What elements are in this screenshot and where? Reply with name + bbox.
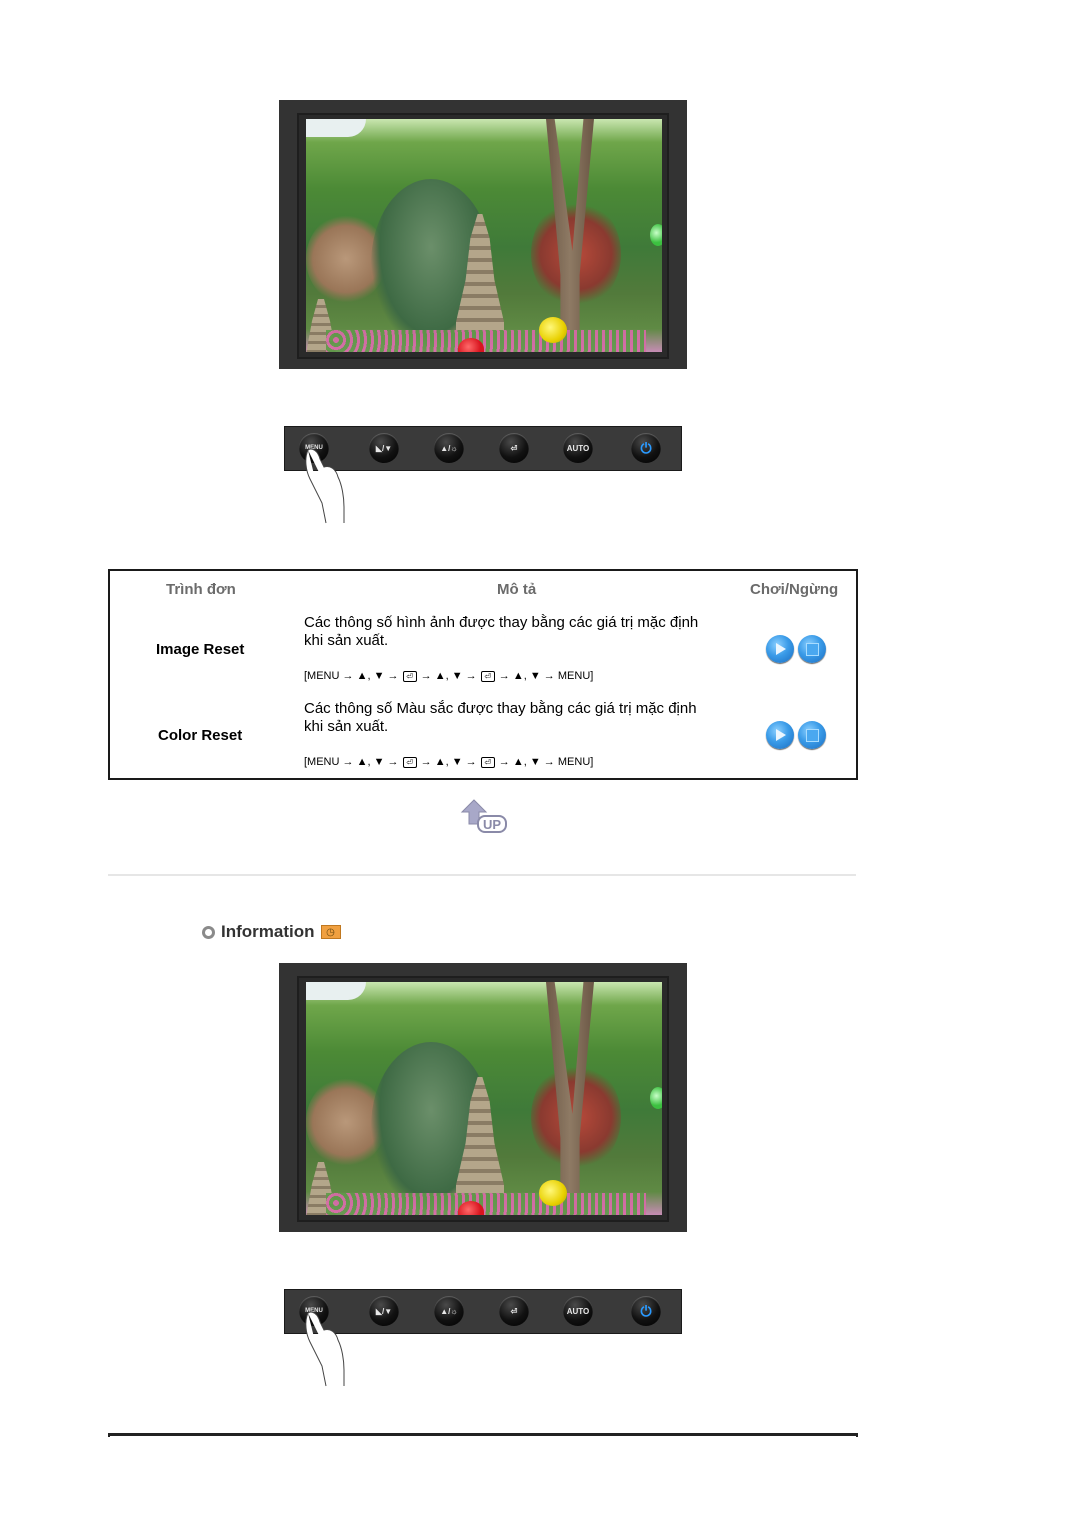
up-brightness-icon: ▲/☼ (440, 1306, 458, 1316)
power-button[interactable]: ⏻ (631, 1296, 661, 1326)
monitor-preview-image (279, 963, 687, 1232)
row-description: Các thông số Màu sắc được thay bằng các … (304, 700, 697, 735)
power-button[interactable]: ⏻ (631, 433, 661, 463)
power-icon: ⏻ (640, 439, 652, 456)
enter-key-icon: ⏎ (480, 756, 495, 768)
enter-button[interactable]: ⏎ (499, 1296, 529, 1326)
row-name-color-reset: Color Reset (158, 727, 243, 744)
power-icon: ⏻ (640, 1302, 652, 1319)
row-menu-path: [MENU → ▲, ▼ → ⏎ → ▲, ▼ → ⏎ → ▲, ▼ → MEN… (304, 756, 594, 768)
enter-key-icon: ⏎ (402, 756, 417, 768)
row-menu-path: [MENU → ▲, ▼ → ⏎ → ▲, ▼ → ⏎ → ▲, ▼ → MEN… (304, 670, 594, 682)
monitor-preview-image (279, 100, 687, 369)
magicbright-down-icon: ◣/▼ (375, 1306, 393, 1316)
play-button-color-reset[interactable] (766, 721, 794, 749)
auto-button[interactable]: AUTO (563, 1296, 593, 1326)
svg-text:UP: UP (483, 817, 501, 832)
stop-button-color-reset[interactable] (798, 721, 826, 749)
menu-description-table: Trình đơn Mô tả Chơi/Ngừng Image Reset C… (108, 569, 858, 780)
header-play-stop: Chơi/Ngừng (750, 581, 839, 598)
auto-icon: AUTO (566, 1306, 590, 1316)
circle-bullet-icon (202, 925, 215, 939)
enter-icon: ⏎ (510, 1306, 518, 1316)
pointing-hand-icon (305, 1311, 345, 1387)
monitor-bezel (297, 976, 669, 1222)
stop-button-image-reset[interactable] (798, 635, 826, 663)
monitor-screen-photo (306, 982, 662, 1215)
row-name-image-reset: Image Reset (156, 641, 245, 658)
auto-button[interactable]: AUTO (563, 433, 593, 463)
enter-key-icon: ⏎ (402, 670, 417, 682)
row-description: Các thông số hình ảnh được thay bằng các… (304, 614, 699, 649)
table-top-border (108, 1433, 858, 1437)
up-arrow-link-icon[interactable]: UP (460, 798, 508, 834)
auto-icon: AUTO (566, 443, 590, 453)
magicbright-down-button[interactable]: ◣/▼ (369, 433, 399, 463)
header-description: Mô tả (497, 581, 537, 598)
pointing-hand-icon (305, 448, 345, 524)
up-brightness-button[interactable]: ▲/☼ (434, 433, 464, 463)
enter-icon: ⏎ (510, 443, 518, 453)
magicbright-down-button[interactable]: ◣/▼ (369, 1296, 399, 1326)
play-button-image-reset[interactable] (766, 635, 794, 663)
header-menu: Trình đơn (166, 581, 236, 598)
monitor-screen-photo (306, 119, 662, 352)
enter-button[interactable]: ⏎ (499, 433, 529, 463)
enter-key-icon: ⏎ (480, 670, 495, 682)
magicbright-down-icon: ◣/▼ (375, 443, 393, 453)
section-divider (108, 874, 856, 876)
section-title: Information (221, 922, 315, 941)
section-heading-information: Information ◷ (202, 922, 341, 942)
monitor-bezel (297, 113, 669, 359)
information-icon: ◷ (320, 925, 341, 939)
up-brightness-button[interactable]: ▲/☼ (434, 1296, 464, 1326)
up-brightness-icon: ▲/☼ (440, 443, 458, 453)
